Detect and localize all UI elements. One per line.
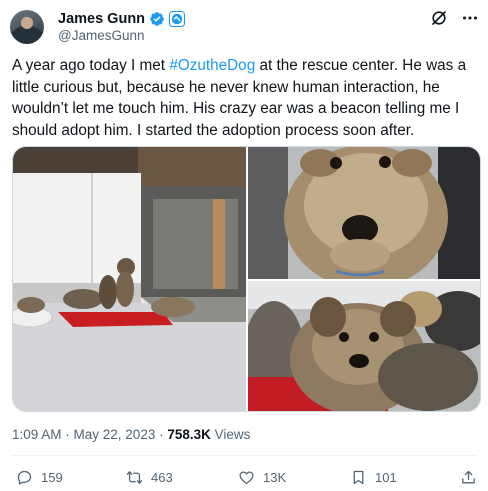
photo-rescue-room-image — [13, 147, 246, 411]
tweet-time[interactable]: 1:09 AM — [12, 427, 62, 442]
hashtag-link[interactable]: #OzutheDog — [169, 57, 255, 74]
heart-icon — [239, 470, 254, 484]
share-button[interactable] — [460, 469, 485, 486]
photo-dog-closeup[interactable] — [248, 147, 480, 279]
header-actions — [430, 9, 478, 27]
tweet-card: James Gunn @JamesGunn A year ago today I… — [0, 0, 488, 491]
bookmark-count: 101 — [375, 469, 397, 485]
repost-icon — [126, 470, 143, 484]
repost-count: 463 — [151, 469, 173, 485]
photo-dog-on-blanket[interactable] — [248, 281, 480, 411]
bookmark-button[interactable]: 101 — [350, 469, 397, 486]
tweet-header: James Gunn @JamesGunn — [10, 7, 478, 47]
reply-icon — [17, 470, 32, 485]
tweet-meta: 1:09 AM · May 22, 2023 · 758.3K Views — [12, 427, 250, 442]
like-button[interactable]: 13K — [238, 469, 286, 486]
views-label: Views — [210, 427, 251, 442]
action-bar: 159 463 13K 101 — [12, 465, 476, 489]
tweet-date[interactable]: May 22, 2023 — [74, 427, 156, 442]
verified-badge-icon — [149, 11, 165, 27]
like-count: 13K — [263, 469, 287, 485]
media-grid — [12, 146, 481, 412]
share-icon — [462, 470, 475, 483]
more-icon[interactable] — [462, 10, 478, 26]
reply-button[interactable]: 159 — [16, 469, 63, 486]
divider — [12, 455, 476, 456]
author-display-name[interactable]: James Gunn — [58, 11, 145, 27]
repost-button[interactable]: 463 — [126, 469, 173, 486]
avatar[interactable] — [10, 10, 44, 44]
affiliate-badge-icon[interactable] — [169, 11, 186, 27]
bookmark-icon — [353, 470, 364, 484]
author-handle[interactable]: @JamesGunn — [58, 28, 185, 43]
meta-separator: · — [155, 427, 168, 442]
grok-icon[interactable] — [430, 9, 448, 27]
views-count: 758.3K — [167, 427, 211, 442]
reply-count: 159 — [41, 469, 63, 485]
author-names: James Gunn @JamesGunn — [58, 11, 186, 43]
meta-separator: · — [61, 427, 74, 442]
tweet-text: A year ago today I met #OzutheDog at the… — [12, 55, 480, 141]
tweet-text-start: A year ago today I met — [12, 57, 170, 74]
name-row: James Gunn — [58, 11, 186, 27]
photo-dog-on-blanket-image — [248, 281, 480, 411]
photo-rescue-room[interactable] — [13, 147, 246, 411]
photo-dog-closeup-image — [248, 147, 480, 279]
